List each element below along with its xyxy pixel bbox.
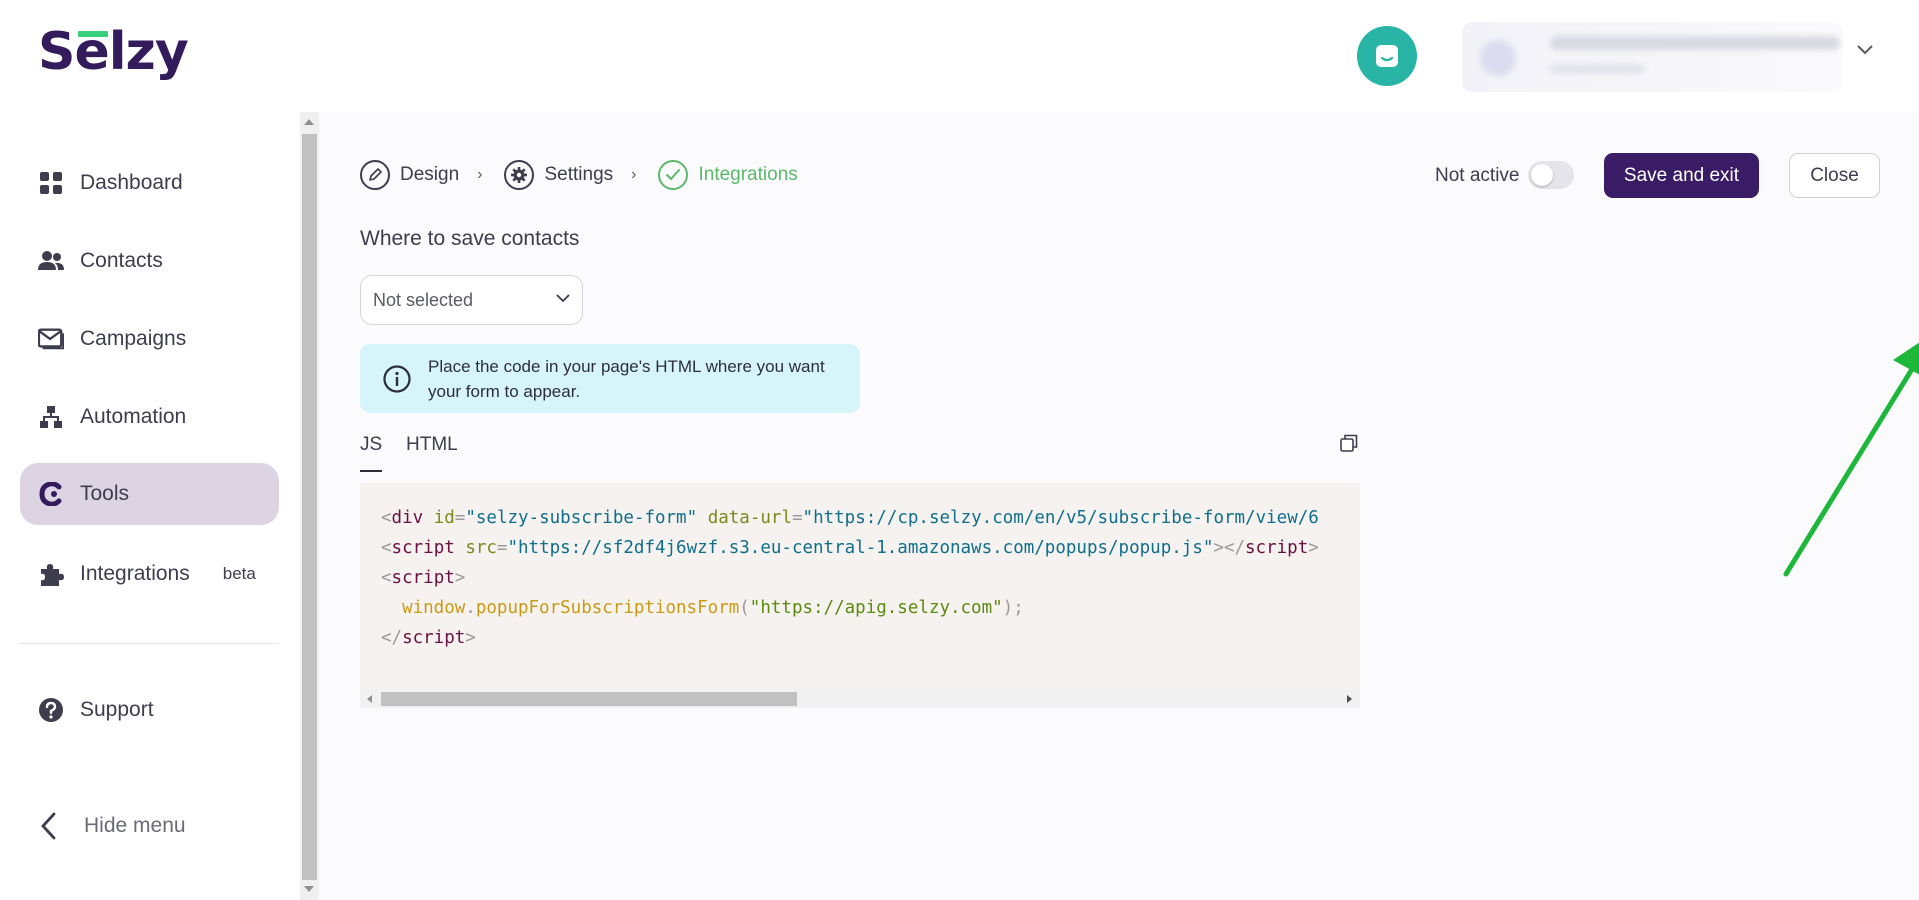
envelope-icon	[38, 326, 64, 352]
sidebar-item-integrations[interactable]: Integrations beta	[20, 543, 279, 605]
account-menu[interactable]	[1462, 22, 1842, 92]
sidebar-item-automation[interactable]: Automation	[20, 386, 279, 448]
code-tabs: JS HTML	[360, 434, 1360, 482]
top-header: Se lzy	[0, 0, 1919, 112]
hide-menu-label: Hide menu	[84, 814, 186, 837]
info-banner: Place the code in your page's HTML where…	[360, 344, 860, 413]
chevron-down-icon[interactable]	[1856, 44, 1874, 56]
hierarchy-icon	[38, 404, 64, 430]
sidebar-item-label: Dashboard	[80, 171, 183, 194]
contacts-section-title: Where to save contacts	[360, 227, 580, 250]
active-toggle[interactable]	[1528, 161, 1574, 189]
annotation-arrow	[1783, 342, 1919, 577]
chevron-right-icon: ›	[631, 166, 637, 183]
scroll-up-arrow[interactable]	[304, 119, 314, 125]
gear-icon	[504, 160, 535, 190]
main-content: Design › Settings › Integrations Not act…	[319, 112, 1919, 900]
check-icon	[658, 160, 689, 190]
scroll-right-arrow[interactable]	[1347, 695, 1352, 703]
contacts-list-select[interactable]: Not selected	[360, 275, 583, 325]
chat-button[interactable]	[1357, 26, 1417, 86]
step-settings[interactable]: Settings	[504, 160, 613, 190]
sidebar-item-label: Integrations	[80, 562, 190, 585]
chevron-left-icon	[41, 812, 56, 840]
horizontal-scrollbar[interactable]	[360, 689, 1360, 708]
tab-js[interactable]: JS	[360, 434, 383, 472]
sidebar-item-support[interactable]: Support	[20, 679, 279, 741]
step-label: Design	[400, 164, 460, 185]
sidebar-item-campaigns[interactable]: Campaigns	[20, 308, 279, 370]
dashboard-grid-icon	[38, 170, 64, 196]
close-button[interactable]: Close	[1789, 153, 1880, 198]
sidebar-item-tools[interactable]: Tools	[20, 463, 279, 525]
copy-icon[interactable]	[1340, 434, 1358, 452]
step-label: Settings	[544, 164, 614, 185]
tab-html[interactable]: HTML	[406, 434, 458, 470]
question-circle-icon	[38, 697, 64, 723]
save-and-exit-button[interactable]: Save and exit	[1604, 153, 1759, 198]
account-plan-blurred	[1550, 64, 1645, 74]
step-label: Integrations	[698, 164, 798, 185]
scrollbar-thumb[interactable]	[302, 134, 317, 880]
tools-icon	[38, 481, 64, 507]
account-email-blurred	[1550, 36, 1840, 50]
puzzle-icon	[38, 561, 64, 587]
chat-bubble-icon	[1376, 45, 1398, 67]
sidebar-item-label: Automation	[80, 405, 187, 428]
sidebar-item-contacts[interactable]: Contacts	[20, 230, 279, 292]
step-integrations[interactable]: Integrations	[658, 160, 798, 190]
code-snippet[interactable]: <div id="selzy-subscribe-form" data-url=…	[381, 503, 1319, 653]
sidebar-divider	[20, 643, 279, 644]
beta-badge: beta	[222, 564, 256, 583]
users-icon	[38, 248, 64, 274]
chevron-down-icon	[556, 294, 570, 303]
sidebar-item-label: Campaigns	[80, 327, 187, 350]
vertical-scrollbar[interactable]	[300, 112, 319, 900]
select-value: Not selected	[373, 289, 474, 310]
info-icon	[383, 364, 411, 393]
step-design[interactable]: Design	[360, 160, 459, 190]
status-label: Not active	[1435, 165, 1520, 186]
avatar	[1480, 40, 1516, 76]
scroll-down-arrow[interactable]	[304, 886, 314, 892]
pencil-icon	[360, 160, 390, 190]
wizard-steps: Design › Settings › Integrations	[360, 159, 798, 191]
hide-menu-button[interactable]: Hide menu	[40, 801, 186, 851]
toggle-knob	[1531, 164, 1553, 186]
chevron-right-icon: ›	[477, 166, 483, 183]
selzy-logo[interactable]: Se lzy	[38, 22, 189, 82]
scrollbar-thumb[interactable]	[381, 692, 797, 706]
scroll-left-arrow[interactable]	[367, 695, 372, 703]
sidebar-item-label: Support	[80, 698, 154, 721]
sidebar-item-label: Contacts	[80, 249, 163, 272]
code-block[interactable]: <div id="selzy-subscribe-form" data-url=…	[360, 483, 1360, 708]
sidebar-item-label: Tools	[80, 482, 130, 505]
info-text: Place the code in your page's HTML where…	[428, 356, 825, 401]
sidebar: Dashboard Contacts Campaigns Automation …	[0, 112, 300, 900]
sidebar-item-dashboard[interactable]: Dashboard	[20, 152, 279, 214]
